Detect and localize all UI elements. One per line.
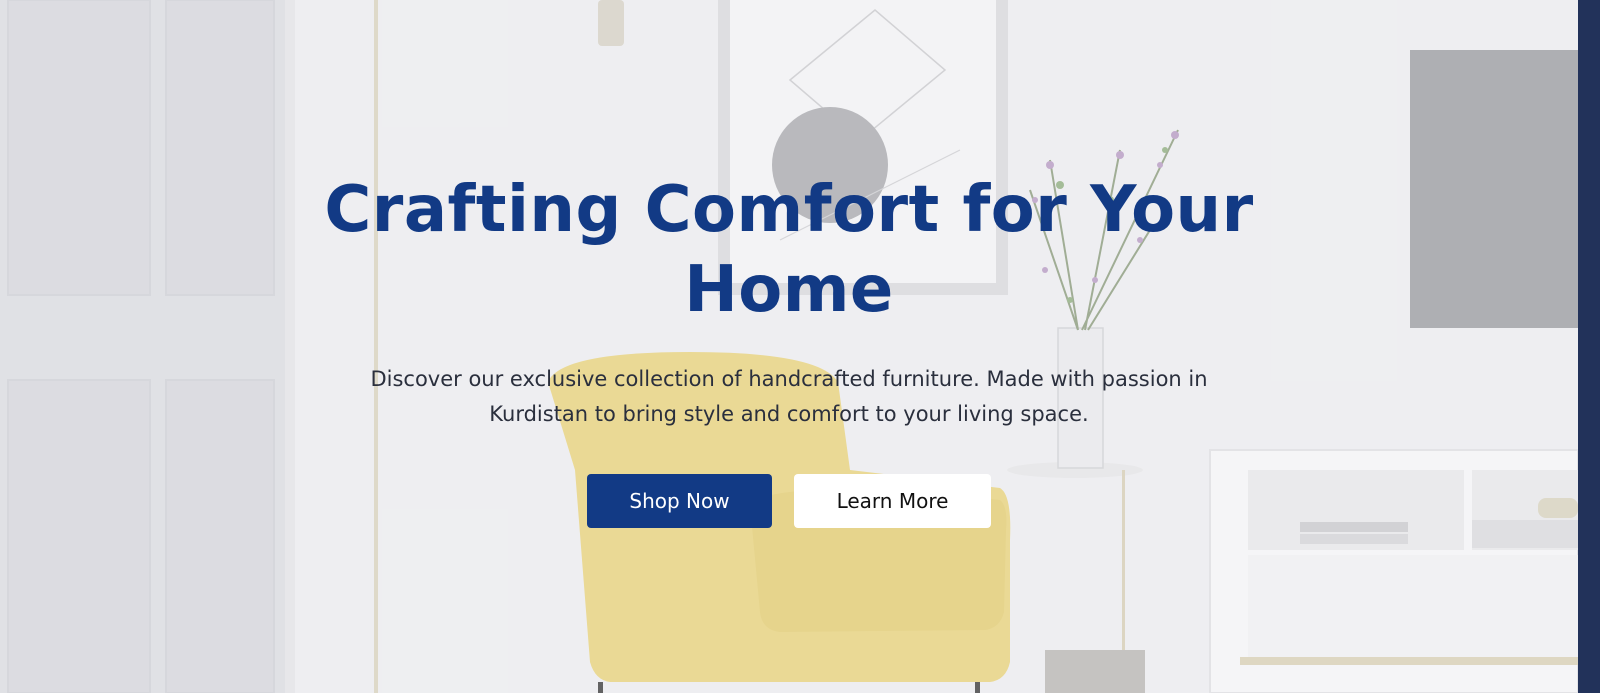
- hero-title: Crafting Comfort for Your Home: [324, 173, 1254, 327]
- hero-description: Discover our exclusive collection of han…: [370, 367, 1208, 426]
- hero-section: Crafting Comfort for Your Home Discover …: [0, 0, 1578, 693]
- shop-now-button[interactable]: Shop Now: [587, 474, 772, 528]
- learn-more-button[interactable]: Learn More: [794, 474, 991, 528]
- cta-button-group: Shop Now Learn More: [0, 474, 1578, 528]
- side-accent-bar: [1578, 0, 1600, 693]
- hero-content: Crafting Comfort for Your Home Discover …: [0, 170, 1578, 528]
